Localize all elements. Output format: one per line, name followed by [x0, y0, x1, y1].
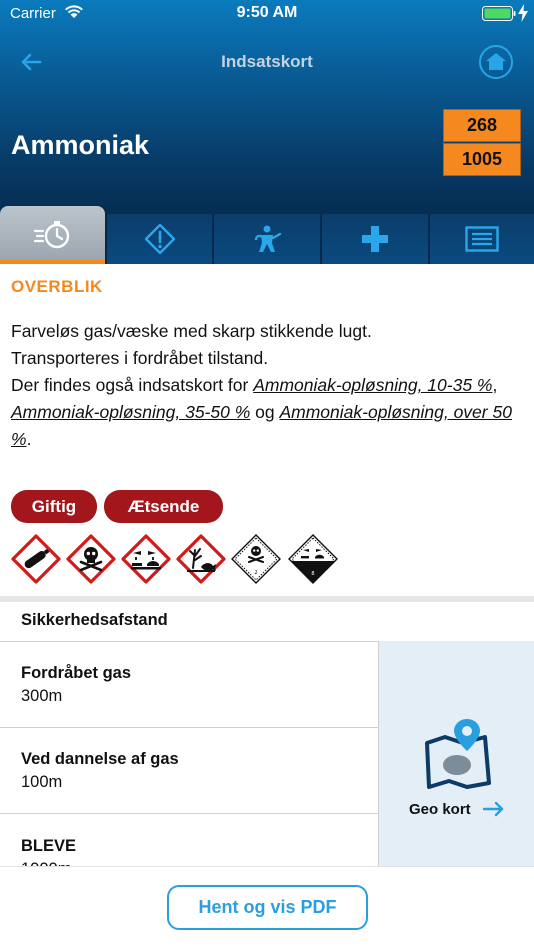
nav-title: Indsatskort [221, 52, 313, 71]
adr-toxic-2-icon: 2 [231, 534, 281, 584]
header: Carrier 9:50 AM Indsatskort Ammoniak 268… [0, 0, 534, 264]
safety-row-label: Fordråbet gas [21, 664, 132, 682]
safety-row-label: BLEVE [21, 837, 77, 855]
clock: 9:50 AM [236, 4, 298, 21]
skull-crossbones-icon [66, 534, 116, 584]
section-divider [0, 596, 534, 602]
gas-cylinder-icon [11, 534, 61, 584]
safety-row-label: Ved dannelse af gas [21, 750, 179, 768]
description-line: Transporteres i fordråbet tilstand. [11, 348, 269, 368]
ghs-number: 8 [311, 571, 314, 577]
status-bar: Carrier 9:50 AM [0, 0, 534, 28]
adr-corrosive-8-icon: 8 [288, 534, 338, 584]
safety-row-value: 100m [21, 773, 63, 791]
tab-hazards[interactable] [106, 214, 212, 264]
row-divider [0, 813, 378, 814]
tab-response[interactable] [213, 214, 320, 264]
safety-row-value: 300m [21, 687, 63, 705]
safety-distance-title: Sikkerhedsafstand [21, 611, 168, 629]
arrow-right-icon [483, 801, 504, 817]
link-ammonia-solution-35-50[interactable]: Ammoniak-opløsning, 35-50 % [11, 402, 250, 422]
hazard-id-box: 268 [443, 109, 521, 142]
environment-icon [176, 534, 226, 584]
overview-description: Farveløs gas/væske med skarp stikkende l… [11, 321, 512, 449]
charging-bolt-icon [518, 4, 528, 22]
link-ammonia-solution-10-35[interactable]: Ammoniak-opløsning, 10-35 % [253, 375, 492, 395]
description-line: Farveløs gas/væske med skarp stikkende l… [11, 321, 372, 341]
stopwatch-icon [33, 221, 69, 249]
battery-icon [482, 6, 516, 21]
tab-overview[interactable] [0, 206, 105, 264]
geo-map-label: Geo kort [409, 801, 471, 818]
hazard-tag-corrosive: Ætsende [104, 490, 223, 523]
hazard-tag-toxic: Giftig [11, 490, 97, 523]
map-pin-icon [425, 719, 491, 789]
download-pdf-button[interactable]: Hent og vis PDF [167, 885, 368, 930]
tab-details[interactable] [429, 214, 534, 264]
un-number-box: 1005 [443, 143, 521, 176]
chemical-name: Ammoniak [11, 130, 150, 160]
ghs-number: 2 [254, 570, 257, 576]
warning-icon [144, 223, 175, 255]
corrosion-icon [121, 534, 171, 584]
firefighter-icon [254, 225, 282, 252]
home-button[interactable] [479, 45, 513, 79]
tab-bar [0, 206, 534, 264]
tab-first-aid[interactable] [321, 214, 428, 264]
description-line: Der findes også indsatskort for [11, 375, 254, 395]
row-divider [0, 727, 378, 728]
geo-map-button[interactable]: Geo kort [378, 641, 534, 867]
section-title-overview: OVERBLIK [11, 277, 103, 296]
tab-active-indicator [0, 260, 105, 264]
list-icon [465, 226, 499, 252]
home-icon [486, 53, 506, 70]
first-aid-cross-icon [362, 226, 388, 252]
